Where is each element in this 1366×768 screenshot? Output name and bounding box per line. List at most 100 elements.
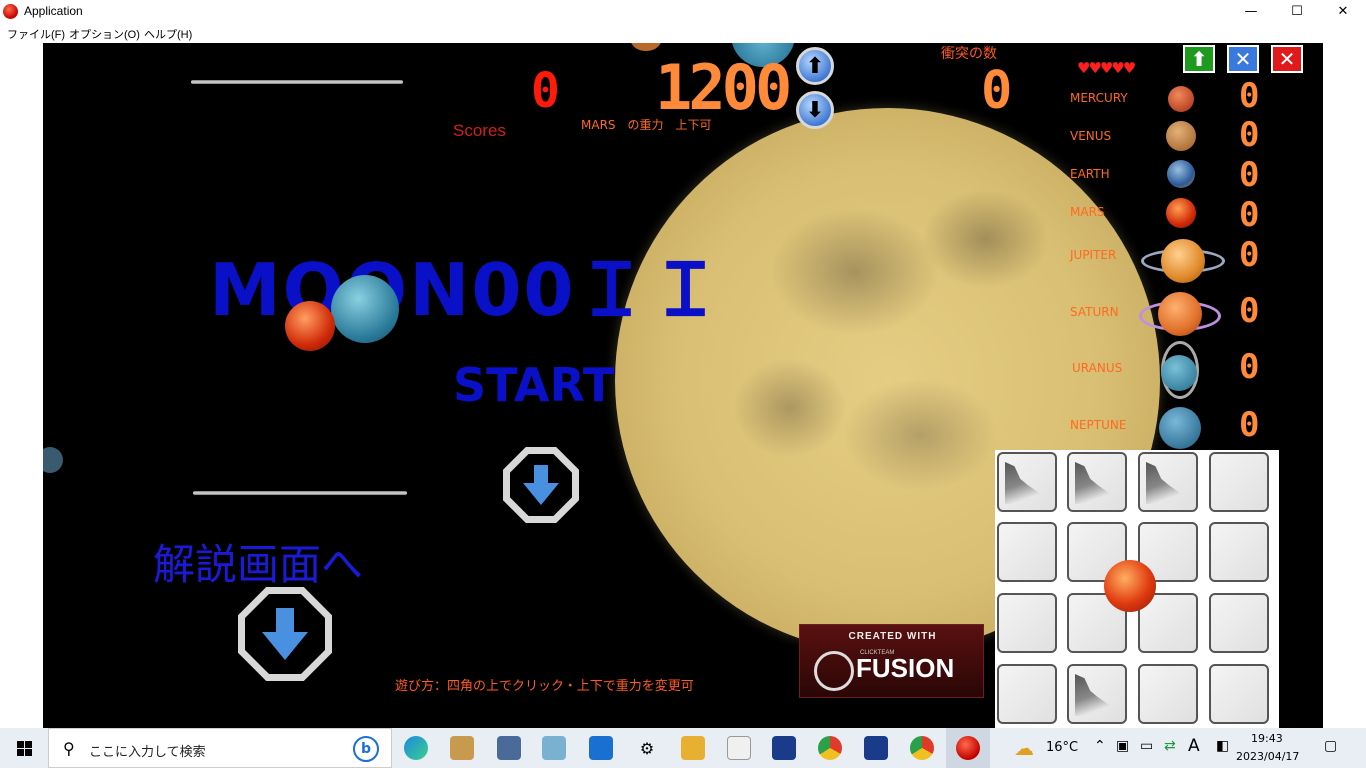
app-blue-icon-2[interactable] [864, 736, 888, 760]
howto-button-inner [245, 594, 325, 674]
planet-count-neptune: 0 [1239, 405, 1260, 445]
bing-icon[interactable]: b [353, 736, 379, 762]
menu-file[interactable]: ファイル(F) [7, 26, 65, 42]
weather-icon[interactable]: ☁ [1014, 736, 1034, 760]
tile[interactable] [1209, 522, 1269, 582]
start-button[interactable] [503, 447, 579, 523]
jupiter-icon [1161, 239, 1205, 283]
edge-icon[interactable] [404, 736, 428, 760]
corner-close-button[interactable]: ✕ [1271, 45, 1303, 73]
sync-icon[interactable]: ⇄ [1164, 738, 1176, 754]
clock-date[interactable]: 2023/04/17 [1236, 750, 1299, 763]
close-button[interactable]: ✕ [1320, 0, 1366, 23]
paint-icon[interactable] [450, 736, 474, 760]
planet-label-earth: EARTH [1070, 167, 1110, 181]
tile-shade [1005, 462, 1043, 504]
taskbar: ⚲ ここに入力して検索 b ⚙ ☁ 16°C ⌃ ▣ ▭ ⇄ A ◧ 19:43… [0, 728, 1366, 768]
tile[interactable] [1209, 593, 1269, 653]
weather-temp: 16°C [1046, 740, 1079, 755]
ime-indicator[interactable]: A [1188, 736, 1200, 756]
planet-top-partial [629, 43, 663, 51]
tile[interactable] [1209, 452, 1269, 512]
planet-label-uranus: URANUS [1072, 361, 1123, 375]
howto-label[interactable]: 解説画面へ [153, 531, 363, 592]
fusion-logo-icon [814, 651, 854, 691]
neptune-icon [1159, 407, 1201, 449]
score-value: 0 [531, 63, 560, 119]
file-explorer-icon[interactable] [681, 736, 705, 760]
lives-hearts: ♥♥♥♥♥ [1077, 59, 1136, 77]
game-canvas[interactable]: 0 Scores 1200 MARS の重力 上下可 ⬆ ⬇ 衝突の数 0 ♥♥… [43, 43, 1323, 728]
mars-ball-player[interactable] [1104, 560, 1156, 612]
battery-icon[interactable]: ▭ [1140, 738, 1153, 754]
down-arrow-icon [262, 608, 308, 660]
tile[interactable] [997, 522, 1057, 582]
fusion-badge-top: CREATED WITH [848, 631, 937, 642]
notes-icon[interactable] [542, 736, 566, 760]
scores-label: Scores [453, 121, 506, 140]
howto-button[interactable] [238, 587, 332, 681]
tile-shade [1075, 462, 1113, 504]
windows-start-button[interactable] [0, 728, 48, 768]
planet-label-neptune: NEPTUNE [1070, 418, 1127, 432]
planet-count-uranus: 0 [1239, 347, 1260, 387]
start-label[interactable]: START [453, 358, 614, 412]
chrome-icon[interactable] [818, 736, 842, 760]
corner-up-button[interactable]: ⬆ [1183, 45, 1215, 73]
taskbar-search[interactable]: ⚲ ここに入力して検索 b [48, 728, 392, 768]
maximize-button[interactable]: ☐ [1274, 0, 1320, 23]
tile[interactable] [1138, 452, 1198, 512]
gravity-note: MARS の重力 上下可 [581, 118, 712, 132]
mail-icon[interactable] [589, 736, 613, 760]
ime-mode-icon[interactable]: ◧ [1216, 738, 1229, 754]
clock-time[interactable]: 19:43 [1251, 732, 1283, 745]
mercury-icon [1168, 86, 1194, 112]
planet-count-mercury: 0 [1239, 76, 1260, 116]
fusion-badge-main: FUSION [856, 653, 955, 683]
app-icon [3, 4, 18, 19]
chrome-icon-2[interactable] [910, 736, 934, 760]
gravity-up-button[interactable]: ⬆ [796, 47, 834, 85]
divider-line-bottom [193, 491, 407, 495]
tile[interactable] [1067, 664, 1127, 724]
planet-count-jupiter: 0 [1239, 235, 1260, 275]
tray-camera-icon[interactable]: ▣ [1116, 738, 1129, 754]
earth-decor-icon [331, 275, 399, 343]
minimize-button[interactable]: — [1228, 0, 1274, 23]
tile[interactable] [997, 452, 1057, 512]
tile[interactable] [997, 664, 1057, 724]
tray-chevron-up-icon[interactable]: ⌃ [1094, 738, 1106, 754]
planet-label-mercury: MERCURY [1070, 91, 1128, 105]
tile[interactable] [997, 593, 1057, 653]
tile[interactable] [1067, 452, 1127, 512]
saturn-icon [1158, 292, 1202, 336]
tile[interactable] [1209, 664, 1269, 724]
active-app-button[interactable] [946, 728, 990, 768]
notification-icon[interactable]: ▢ [1324, 738, 1337, 754]
app-blue-icon[interactable] [772, 736, 796, 760]
planet-count-mars: 0 [1239, 195, 1260, 235]
planet-label-mars: MARS [1070, 205, 1105, 219]
venus-icon [1166, 121, 1196, 151]
corner-minimize-button[interactable]: ✕ [1227, 45, 1259, 73]
settings-gear-icon[interactable]: ⚙ [635, 736, 659, 760]
planet-label-jupiter: JUPITER [1070, 248, 1117, 262]
gravity-down-button[interactable]: ⬇ [796, 91, 834, 129]
window-title: Application [24, 4, 83, 18]
planet-count-saturn: 0 [1239, 291, 1260, 331]
menu-options[interactable]: オプション(O) [69, 26, 140, 42]
search-icon: ⚲ [63, 739, 75, 758]
mars-icon [1166, 198, 1196, 228]
menu-help[interactable]: ヘルプ(H) [144, 26, 192, 42]
planet-count-earth: 0 [1239, 155, 1260, 195]
tile[interactable] [1138, 664, 1198, 724]
planet-label-venus: VENUS [1070, 129, 1112, 143]
search-placeholder: ここに入力して検索 [89, 745, 206, 760]
collision-label: 衝突の数 [941, 46, 997, 62]
penguin-app-icon[interactable] [727, 736, 751, 760]
instructions-text: 遊び方：四角の上でクリック・上下で重力を変更可 [395, 679, 694, 694]
earth-icon [1167, 160, 1195, 188]
calculator-icon[interactable] [497, 736, 521, 760]
down-arrow-icon [523, 465, 559, 505]
window-titlebar: Application — ☐ ✕ [0, 0, 1366, 23]
